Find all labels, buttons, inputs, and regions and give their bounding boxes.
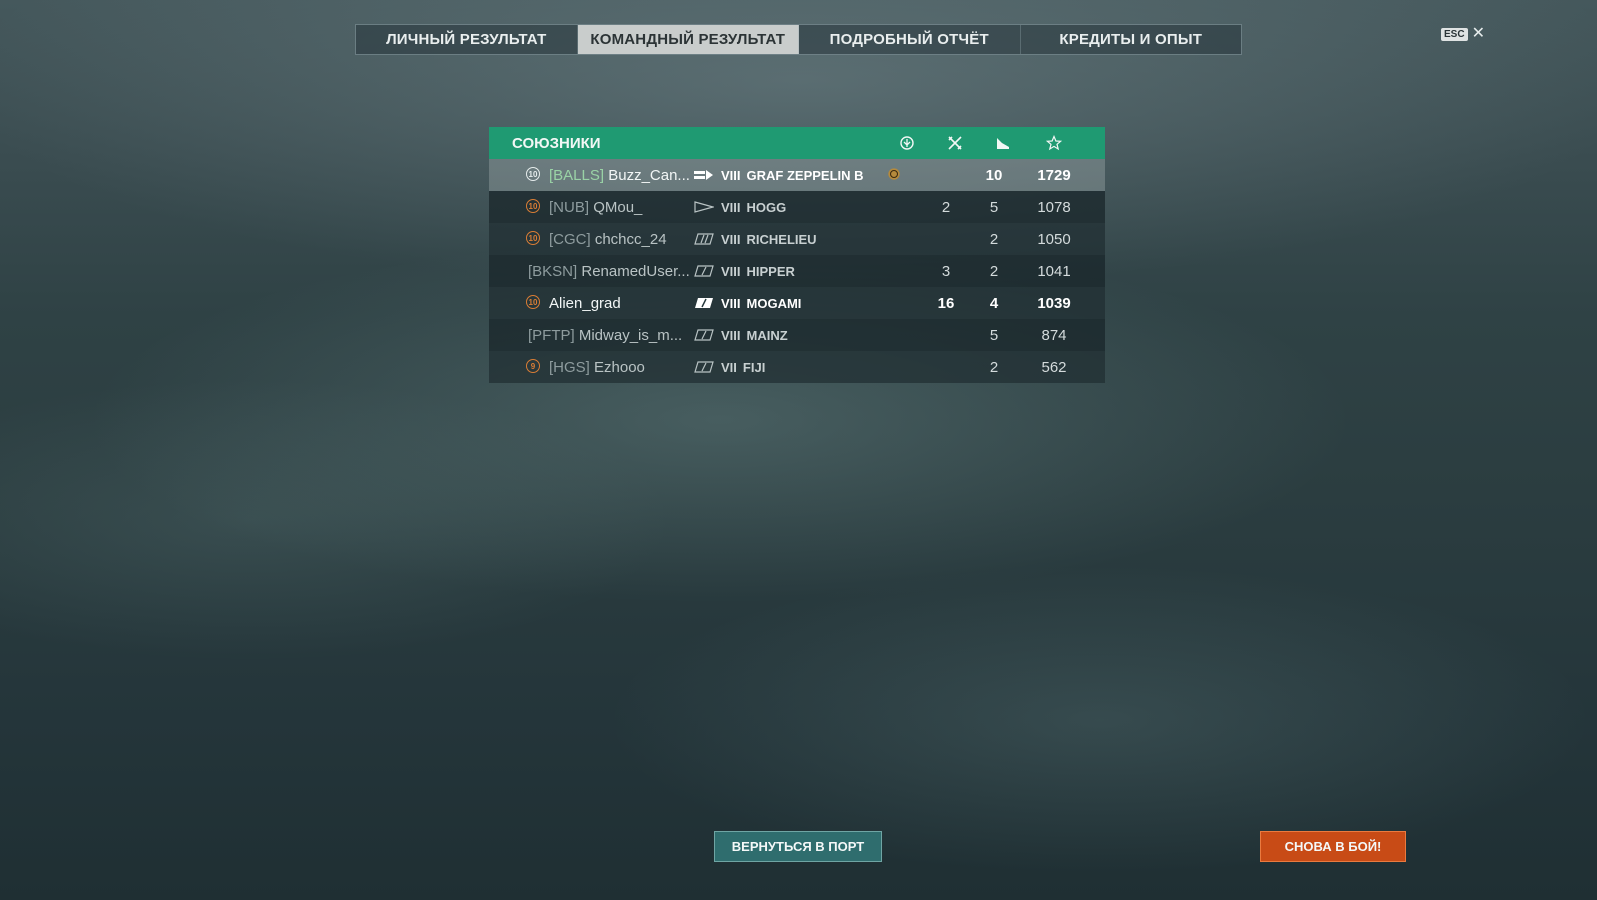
destroyer-icon	[694, 201, 714, 213]
player-nick: chchcc_24	[594, 230, 667, 248]
star-icon	[1046, 135, 1062, 151]
cruiser-icon	[694, 265, 714, 277]
esc-key-hint: ESC	[1441, 27, 1468, 41]
player-row[interactable]: [PFTP] Midway_is_m... VIII MAINZ 5 874	[489, 319, 1105, 351]
player-name: [CGC] chchcc_24	[549, 231, 667, 248]
cruiser-icon	[694, 329, 714, 341]
tab-credits-experience[interactable]: КРЕДИТЫ И ОПЫТ	[1021, 25, 1242, 54]
planes-destroyed: 2	[941, 198, 951, 216]
base-experience: 1039	[1037, 294, 1071, 312]
carrier-icon	[694, 170, 713, 180]
crossed-planes-icon	[948, 136, 962, 150]
cruiser-icon	[694, 361, 714, 373]
clan-tag: [CGC]	[549, 230, 591, 248]
battleship-icon	[694, 233, 714, 245]
return-to-port-button[interactable]: ВЕРНУТЬСЯ В ПОРТ	[714, 831, 882, 862]
ships-destroyed: 2	[989, 230, 999, 248]
base-experience: 1078	[1037, 198, 1071, 216]
player-row[interactable]: 10 [CGC] chchcc_24 VIII RICHELIEU 2 1050	[489, 223, 1105, 255]
base-experience: 874	[1041, 326, 1067, 344]
ships-destroyed: 5	[989, 326, 999, 344]
player-row[interactable]: 10 [BALLS] Buzz_Can... VIII GRAF ZEPPELIN…	[489, 159, 1105, 191]
player-nick: QMou_	[593, 198, 643, 216]
level-badge: 10	[526, 199, 540, 213]
player-nick: RenamedUser...	[581, 262, 690, 280]
level-badge: 10	[526, 295, 540, 309]
base-experience: 1041	[1037, 262, 1071, 280]
ship-name: VIII HIPPER	[721, 263, 795, 279]
level-badge: 10	[526, 167, 540, 181]
planes-destroyed: 16	[937, 294, 955, 312]
base-experience: 1729	[1037, 166, 1071, 184]
player-row[interactable]: [BKSN] RenamedUser... VIII HIPPER 3 2 104…	[489, 255, 1105, 287]
cruiser-icon	[695, 298, 713, 308]
player-nick: Alien_grad	[549, 294, 621, 312]
tab-team-result[interactable]: КОМАНДНЫЙ РЕЗУЛЬТАТ	[577, 25, 799, 54]
planes-destroyed: 3	[941, 262, 951, 280]
battle-again-button[interactable]: СНОВА В БОЙ!	[1260, 831, 1406, 862]
ship-name: VII FIJI	[721, 359, 766, 375]
level-badge: 9	[526, 359, 540, 373]
clan-tag: [HGS]	[549, 358, 590, 376]
ship-name: VIII RICHELIEU	[721, 231, 817, 247]
player-nick: Buzz_Can...	[608, 166, 690, 184]
ship-name: VIII HOGG	[721, 199, 787, 215]
player-nick: Midway_is_m...	[578, 326, 683, 344]
player-row[interactable]: 10 [NUB] QMou_ VIII HOGG 2 5 1078	[489, 191, 1105, 223]
clan-tag: [NUB]	[549, 198, 590, 216]
level-badge: 10	[526, 231, 540, 245]
player-name: [BALLS] Buzz_Can...	[549, 167, 690, 184]
allies-header: СОЮЗНИКИ	[489, 127, 1105, 159]
player-name: [NUB] QMou_	[549, 199, 642, 216]
player-row[interactable]: 9 [HGS] Ezhooo VII FIJI 2 562	[489, 351, 1105, 383]
ships-destroyed: 5	[989, 198, 999, 216]
allies-panel: СОЮЗНИКИ 10 [BALLS] Buzz_Can... VIII GRAF…	[489, 127, 1105, 383]
clan-tag: [BALLS]	[549, 166, 605, 184]
medal-cell	[879, 165, 909, 185]
ships-destroyed: 4	[989, 294, 999, 312]
base-experience: 1050	[1037, 230, 1071, 248]
ship-name: VIII GRAF ZEPPELIN B	[721, 167, 864, 183]
player-name: [PFTP] Midway_is_m...	[528, 327, 682, 344]
player-nick: Ezhooo	[594, 358, 645, 376]
commander-medal-icon	[900, 136, 914, 150]
clan-tag: [BKSN]	[528, 262, 578, 280]
close-button[interactable]: ESC ✕	[1441, 26, 1485, 42]
result-tabs: ЛИЧНЫЙ РЕЗУЛЬТАТ КОМАНДНЫЙ РЕЗУЛЬТАТ ПОД…	[355, 24, 1242, 55]
player-name: [BKSN] RenamedUser...	[528, 263, 690, 280]
ships-destroyed: 2	[989, 358, 999, 376]
player-name: [HGS] Ezhooo	[549, 359, 645, 376]
clan-tag: [PFTP]	[528, 326, 575, 344]
tab-personal-result[interactable]: ЛИЧНЫЙ РЕЗУЛЬТАТ	[356, 25, 578, 54]
base-experience: 562	[1041, 358, 1067, 376]
allies-title: СОЮЗНИКИ	[512, 134, 601, 152]
ship-name: VIII MAINZ	[721, 327, 788, 343]
tab-detailed-report[interactable]: ПОДРОБНЫЙ ОТЧЁТ	[799, 25, 1021, 54]
ships-destroyed: 10	[985, 166, 1003, 184]
close-icon[interactable]: ✕	[1472, 26, 1485, 42]
ship-kill-icon	[997, 138, 1009, 149]
commander-medal-icon	[888, 168, 900, 180]
ship-name: VIII MOGAMI	[721, 295, 802, 311]
player-row[interactable]: 10 Alien_grad VIII MOGAMI 16 4 1039	[489, 287, 1105, 319]
ships-destroyed: 2	[989, 262, 999, 280]
player-name: Alien_grad	[549, 295, 621, 312]
